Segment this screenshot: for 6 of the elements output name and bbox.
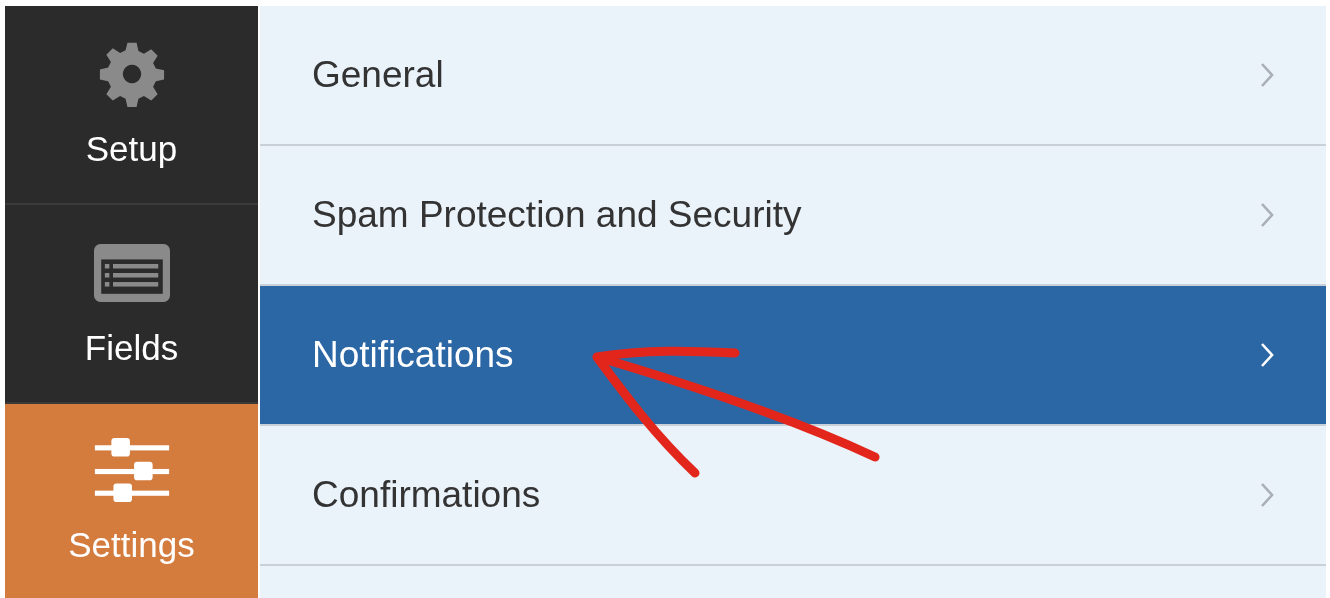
settings-menu-item[interactable]: Notifications: [260, 286, 1326, 426]
sliders-icon: [93, 437, 170, 503]
chevron-right-icon: [1260, 482, 1274, 508]
chevron-right-icon: [1260, 202, 1274, 228]
chevron-right-icon: [1260, 62, 1274, 88]
chevron-right-icon: [1260, 342, 1274, 368]
